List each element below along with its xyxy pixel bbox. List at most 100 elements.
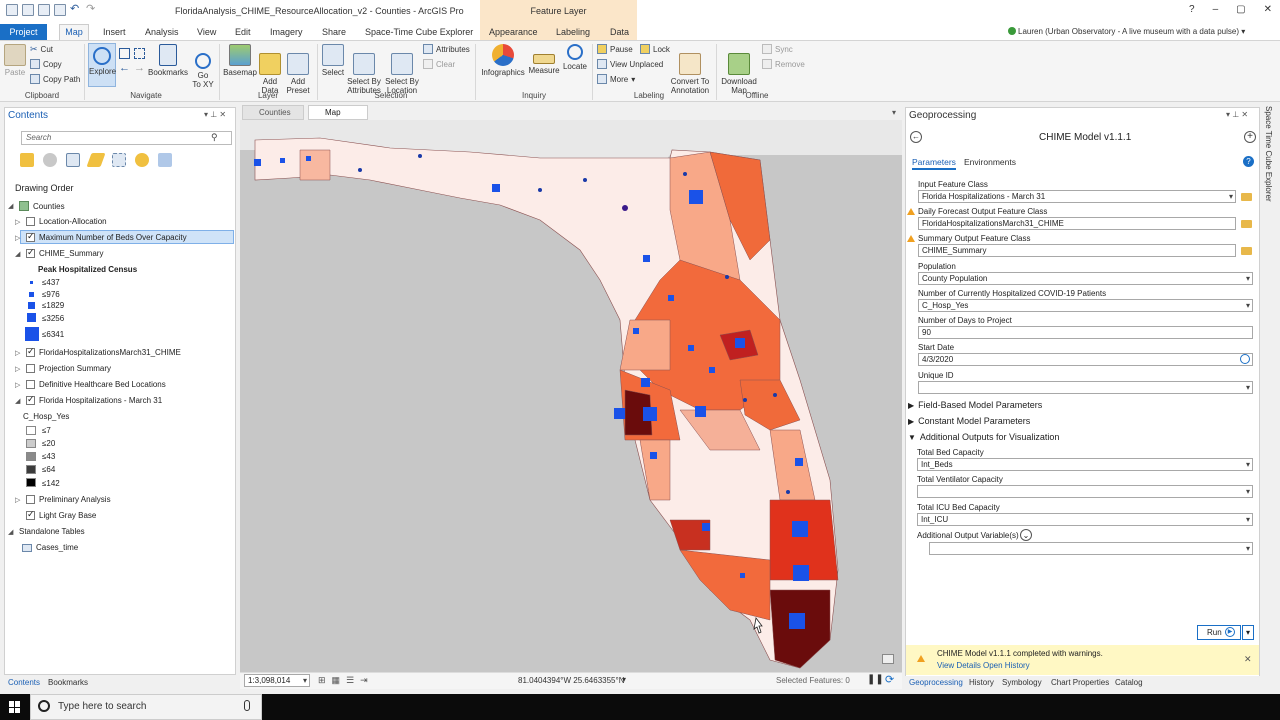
refresh-icon[interactable]: ⟳ [885, 673, 894, 686]
paste-button[interactable]: Paste [4, 44, 26, 77]
run-options-chevron-icon[interactable]: ▾ [1242, 625, 1254, 640]
lock-labeling-button[interactable]: Lock [640, 44, 670, 54]
back-icon[interactable]: ← [119, 63, 130, 74]
redo-icon[interactable]: ↷ [86, 4, 98, 16]
tab-bookmarks[interactable]: Bookmarks [48, 678, 88, 687]
summary-output-input[interactable]: CHIME_Summary [918, 244, 1236, 257]
population-select[interactable]: County Population [918, 272, 1253, 285]
layer-visibility-checkbox[interactable] [26, 217, 35, 226]
tab-view[interactable]: View [197, 27, 216, 37]
locate-button[interactable]: Locate [562, 44, 588, 71]
unique-id-select[interactable] [918, 381, 1253, 394]
tab-map-view[interactable]: Map [308, 105, 368, 120]
toc-location-allocation[interactable]: ▷ Location-Allocation [15, 217, 107, 226]
toc-max-beds[interactable]: ▷Maximum Number of Beds Over Capacity [15, 231, 187, 242]
contents-search-input[interactable]: Search [21, 131, 232, 145]
chevron-down-icon[interactable]: ▾ [892, 108, 896, 117]
add-preset-button[interactable]: Add Preset [284, 44, 312, 95]
undo-icon[interactable]: ↶ [70, 4, 82, 16]
tab-edit[interactable]: Edit [235, 27, 251, 37]
tab-insert[interactable]: Insert [103, 27, 126, 37]
bookmarks-button[interactable]: Bookmarks [148, 44, 188, 77]
minimize-button[interactable]: – [1213, 4, 1219, 15]
days-to-project-input[interactable]: 90 [918, 326, 1253, 339]
layer-visibility-checkbox[interactable] [26, 380, 35, 389]
measure-button[interactable]: Measure [528, 44, 560, 75]
calendar-clock-icon[interactable] [1240, 354, 1250, 364]
pane-options[interactable]: ▾ ⊥ ✕ [1226, 110, 1248, 119]
selected-features-count[interactable]: Selected Features: 0 [776, 676, 850, 685]
full-extent-icon[interactable] [119, 48, 130, 59]
layer-visibility-checkbox[interactable] [26, 509, 35, 520]
chevron-down-icon[interactable]: ▾ [622, 675, 626, 684]
add-data-button[interactable]: Add Data [258, 44, 282, 95]
list-by-selection-icon[interactable] [66, 153, 80, 167]
pan-icon[interactable]: ⇥ [360, 675, 368, 686]
list-by-drawing-order-icon[interactable] [20, 153, 34, 167]
fixed-zoom-icon[interactable]: ⊞ [318, 675, 326, 686]
tab-analysis[interactable]: Analysis [145, 27, 179, 37]
download-map-button[interactable]: Download Map [720, 44, 758, 95]
section-constant-model[interactable]: ▶ Constant Model Parameters [908, 416, 1030, 426]
sync-button[interactable]: Sync [762, 44, 793, 54]
tab-history[interactable]: History [969, 678, 994, 687]
map-overview-icon[interactable] [882, 654, 894, 664]
toc-fl-hosp-chime[interactable]: ▷FloridaHospitalizationsMarch31_CHIME [15, 346, 181, 357]
tab-appearance[interactable]: Appearance [489, 27, 538, 37]
section-field-based[interactable]: ▶ Field-Based Model Parameters [908, 400, 1042, 410]
additional-output-select[interactable] [929, 542, 1253, 555]
layer-visibility-checkbox[interactable] [26, 364, 35, 373]
new-project-icon[interactable] [6, 4, 18, 16]
tab-chart-properties[interactable]: Chart Properties [1051, 678, 1109, 687]
pause-labeling-button[interactable]: Pause [597, 44, 633, 54]
tab-imagery[interactable]: Imagery [270, 27, 303, 37]
convert-to-annotation-button[interactable]: Convert To Annotation [668, 44, 712, 95]
navigate-zoom-tools[interactable]: ← → [119, 48, 145, 84]
run-button[interactable]: Run ▶ [1197, 625, 1241, 640]
select-button[interactable]: Select [321, 44, 345, 77]
list-by-perspective-icon[interactable] [158, 153, 172, 167]
search-icon[interactable]: ⚲ [211, 132, 218, 143]
list-by-labeling-icon[interactable] [135, 153, 149, 167]
tab-space-time-cube[interactable]: Space-Time Cube Explorer [365, 27, 473, 37]
windows-start-icon[interactable] [9, 701, 21, 713]
input-feature-class-select[interactable]: Florida Hospitalizations - March 31 [918, 190, 1236, 203]
tab-catalog[interactable]: Catalog [1115, 678, 1143, 687]
toc-cases-time[interactable]: Cases_time [22, 543, 78, 552]
total-ventilator-capacity-select[interactable] [917, 485, 1253, 498]
tab-project[interactable]: Project [0, 24, 47, 40]
open-project-icon[interactable] [22, 4, 34, 16]
basemap-button[interactable]: Basemap [223, 44, 257, 77]
view-unplaced-button[interactable]: View Unplaced [597, 59, 663, 69]
toc-preliminary-analysis[interactable]: ▷ Preliminary Analysis [15, 495, 111, 504]
tab-share[interactable]: Share [322, 27, 346, 37]
total-icu-capacity-select[interactable]: Int_ICU [917, 513, 1253, 526]
tab-environments[interactable]: Environments [964, 157, 1016, 167]
folder-icon[interactable] [1241, 247, 1252, 255]
layer-visibility-checkbox[interactable] [26, 394, 35, 405]
toc-projection-summary[interactable]: ▷ Projection Summary [15, 364, 111, 373]
map-canvas[interactable] [240, 120, 902, 672]
forward-icon[interactable]: → [134, 63, 145, 74]
close-button[interactable]: ✕ [1264, 4, 1272, 15]
section-additional-outputs[interactable]: ▼ Additional Outputs for Visualization [908, 432, 1059, 442]
list-icon[interactable]: ☰ [346, 675, 354, 686]
layer-visibility-checkbox[interactable] [26, 231, 35, 242]
cut-button[interactable]: ✂ Cut [30, 44, 53, 55]
start-date-input[interactable]: 4/3/2020 [918, 353, 1253, 366]
toc-chime-summary[interactable]: ◢CHIME_Summary [15, 247, 103, 258]
list-by-snapping-icon[interactable] [112, 153, 126, 167]
select-by-location-button[interactable]: Select By Location [384, 44, 420, 95]
back-icon[interactable]: ← [910, 131, 922, 143]
close-icon[interactable]: ✕ [1244, 654, 1252, 665]
tab-map[interactable]: Map [59, 24, 89, 41]
tab-parameters[interactable]: Parameters [912, 157, 956, 170]
tab-symbology[interactable]: Symbology [1002, 678, 1042, 687]
toc-standalone-tables[interactable]: ◢ Standalone Tables [8, 527, 85, 536]
explore-button[interactable]: Explore [88, 43, 116, 87]
infographics-button[interactable]: Infographics [480, 44, 526, 77]
folder-icon[interactable] [1241, 220, 1252, 228]
toc-map-counties[interactable]: ◢ Counties [8, 201, 65, 211]
view-details-link[interactable]: View Details [937, 661, 981, 670]
grid-icon[interactable]: ▦ [332, 675, 341, 686]
